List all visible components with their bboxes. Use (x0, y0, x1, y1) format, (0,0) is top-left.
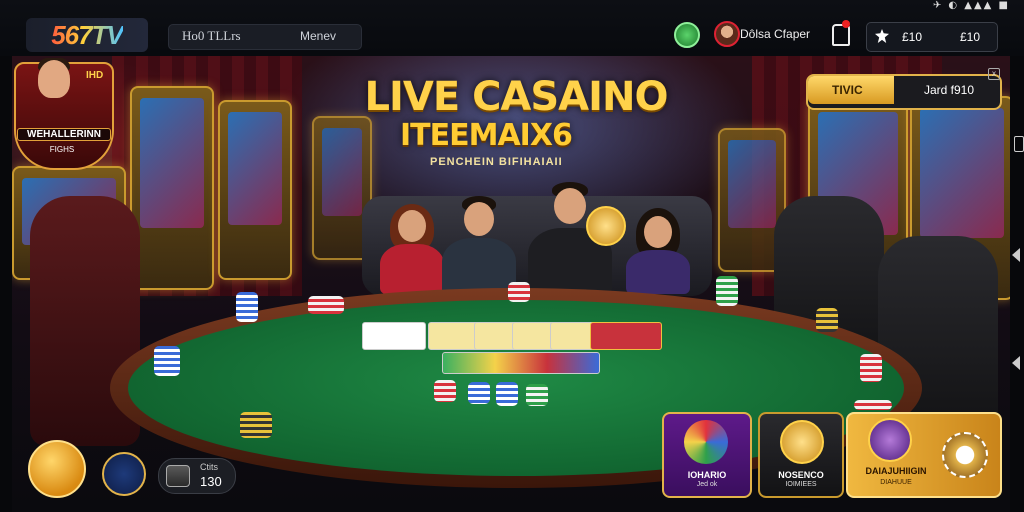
game-tile-3-sub: DIAHUUE (880, 479, 912, 486)
nav-item-menu[interactable]: Menev (300, 29, 336, 43)
dealer-badge-top-text: IHD (86, 70, 104, 81)
chip-stack (526, 384, 548, 406)
slot-machine (130, 86, 214, 290)
chip-stack (240, 412, 272, 438)
slot-machine (218, 100, 292, 280)
chip-stack (496, 382, 518, 406)
chip-stack (816, 308, 838, 332)
hero-title-line-2: ITEEMAIX6 (400, 118, 573, 153)
chip-stack (860, 354, 882, 382)
hero-title: LIVE CASAINO (364, 74, 668, 120)
chip-icon (166, 465, 190, 487)
user-avatar[interactable] (714, 21, 740, 47)
promo-left-label: TIVIC (832, 83, 863, 97)
brand-logo[interactable]: 567TV (26, 18, 148, 52)
nav-item-1[interactable]: Ho0 TLLrs (182, 28, 241, 44)
back-arrow-icon[interactable] (1012, 356, 1020, 370)
wallet-balance-2: £10 (960, 30, 981, 44)
recent-apps-icon[interactable] (1014, 136, 1024, 152)
game-tile-2-sub: IOIMIEES (785, 481, 817, 488)
brand-logo-text: 567TV (51, 19, 124, 50)
chips-icon (684, 420, 728, 464)
coin-icon (780, 420, 824, 464)
chip-stack (854, 400, 892, 410)
chip-row (442, 352, 600, 374)
casino-app: ✈ ◐ ▲▲▲ ■ 567TV Ho0 TLLrs Menev Dôlsa Cf… (0, 0, 1024, 512)
chip-stack (236, 292, 258, 322)
wheel-icon (868, 418, 912, 462)
username[interactable]: Dôlsa Cfaper (740, 27, 810, 41)
dealer-name: WEHALLERINN (17, 128, 111, 141)
chip-stack (434, 380, 456, 402)
promo-right-label: Jard f910 (924, 83, 975, 97)
gold-coin-icon (586, 206, 626, 246)
player-woman-right (626, 208, 690, 294)
back-arrow-icon[interactable] (1012, 248, 1020, 262)
bonus-button[interactable] (28, 440, 86, 498)
dealer-subtitle: FIGHS (49, 145, 75, 154)
chip-stack (308, 296, 344, 314)
token-icon (942, 432, 988, 478)
chip-balance-value: 130 (200, 474, 222, 489)
game-tile-1-sub: Jed ok (696, 481, 718, 488)
chip-stack (154, 346, 180, 376)
dealer-portrait (38, 60, 70, 98)
chip-balance-label: Ctits (200, 462, 218, 472)
hero-subtitle: PENCHEIN BIFIHAIAII (430, 156, 563, 168)
chip-stack (716, 276, 738, 306)
player-man-center (442, 196, 516, 296)
wallet-balance-1: £10 (902, 30, 923, 44)
playing-card (362, 322, 426, 350)
player-woman-left (380, 204, 444, 294)
system-status-bar: ✈ ◐ ▲▲▲ ■ (932, 0, 1010, 11)
close-icon[interactable]: x (988, 68, 1000, 80)
game-tile-1-label: IOHARIO (687, 470, 727, 480)
notification-badge (842, 20, 850, 28)
chip-stack (468, 382, 490, 404)
playing-card (590, 322, 662, 350)
hero-title-block: LIVE CASAINO (356, 74, 676, 120)
rewards-icon[interactable] (674, 22, 700, 48)
shop-button[interactable] (102, 452, 146, 496)
chip-stack (508, 282, 530, 302)
game-tile-3-label: DAIAJUHIIGIN (865, 466, 927, 476)
game-tile-2-label: NOSENCO (778, 470, 824, 480)
